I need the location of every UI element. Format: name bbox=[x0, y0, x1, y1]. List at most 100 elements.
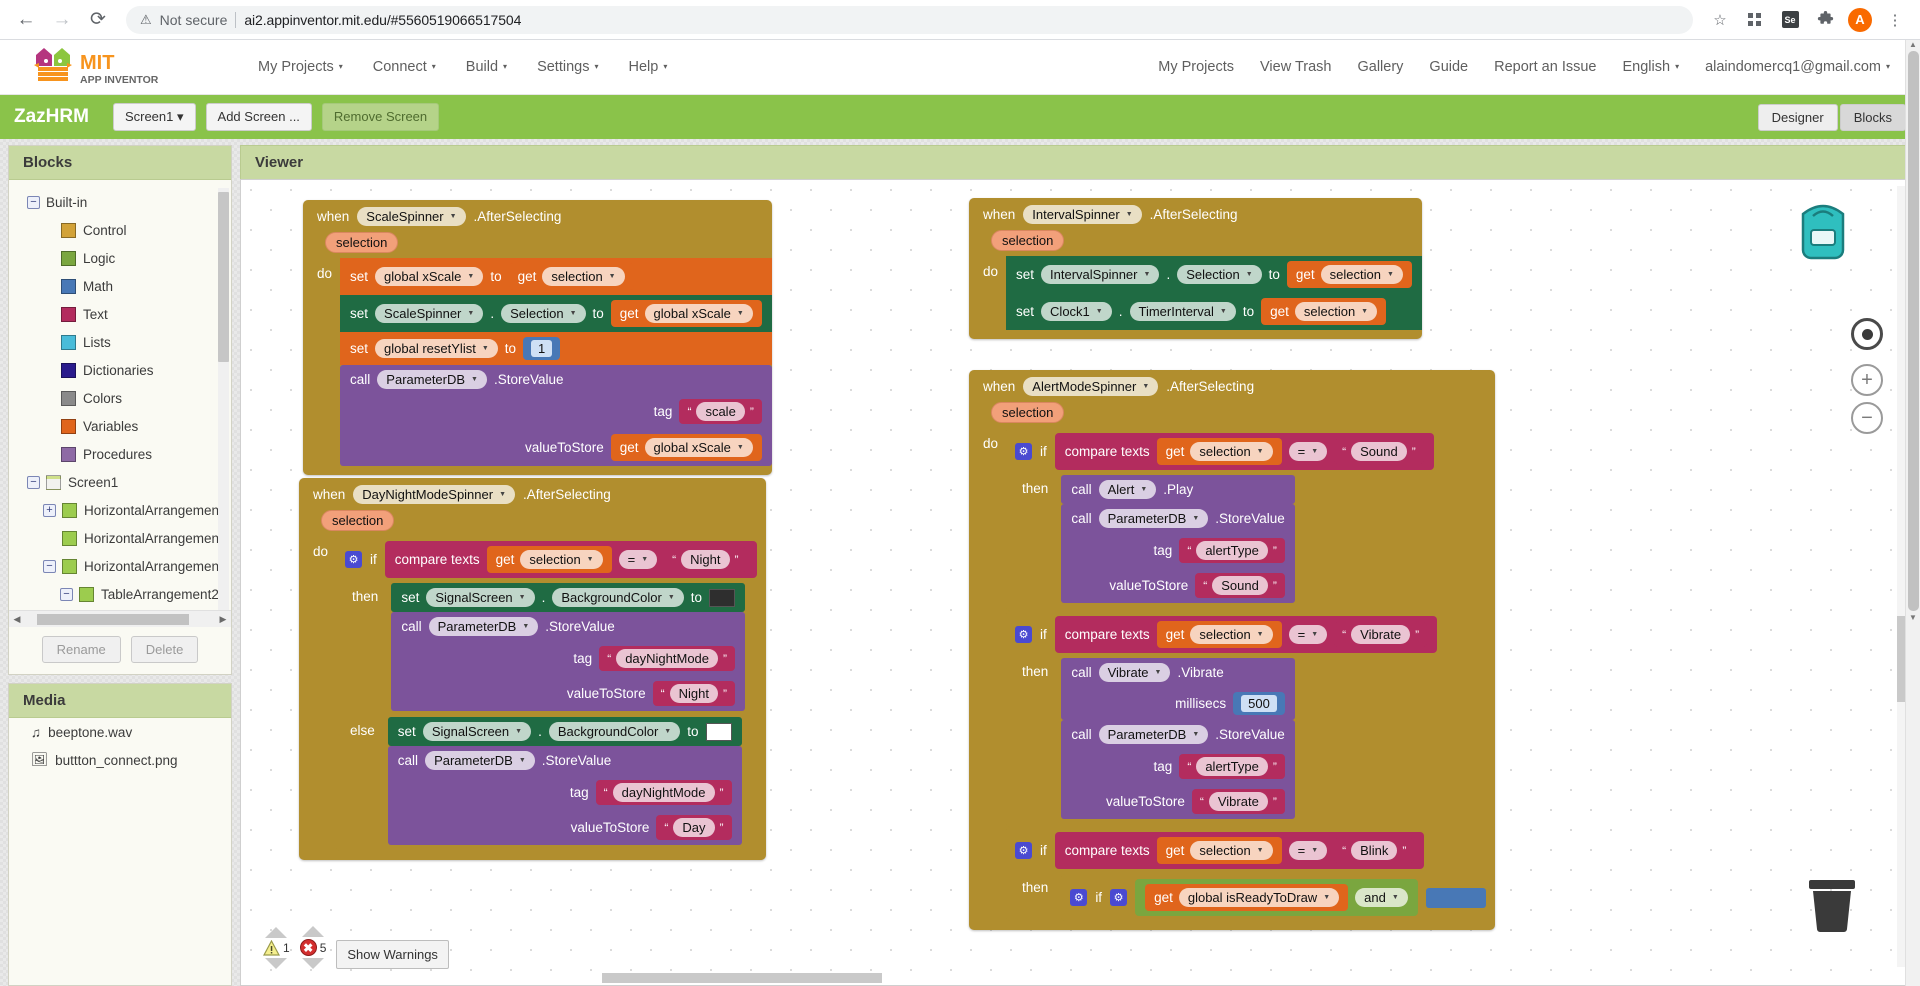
block-set-signalscreen-bg-day[interactable]: set SignalScreen ▼ . BackgroundColor ▼ to bbox=[387, 717, 742, 746]
component-dropdown[interactable]: ParameterDB ▼ bbox=[1098, 509, 1209, 528]
remove-screen-button[interactable]: Remove Screen bbox=[321, 103, 440, 131]
menu-connect[interactable]: Connect ▾ bbox=[361, 53, 448, 81]
value-dropdown[interactable]: global xScale ▼ bbox=[644, 438, 753, 457]
menu-my-projects[interactable]: My Projects ▾ bbox=[246, 53, 355, 81]
block-text-day-value[interactable]: “ Day ” bbox=[656, 815, 732, 840]
block-text-night[interactable]: “ Night ” bbox=[664, 547, 747, 572]
value-dropdown[interactable]: selection ▼ bbox=[1190, 442, 1273, 461]
error-stepper[interactable]: ✖ 5 bbox=[299, 926, 326, 969]
block-compare-texts[interactable]: compare texts get selection ▼ = ▼ “Sound” bbox=[1054, 433, 1434, 470]
palette-item-variables[interactable]: Variables bbox=[9, 412, 231, 440]
block-if-blink[interactable]: ⚙ if compare texts get selection ▼ = ▼ “Bli… bbox=[1006, 827, 1495, 921]
tree-node-horizontalarrangement-1[interactable]: + HorizontalArrangemen bbox=[9, 496, 231, 524]
component-dropdown[interactable]: AlertModeSpinner ▼ bbox=[1023, 377, 1159, 396]
scroll-track[interactable] bbox=[25, 613, 215, 625]
palette-item-colors[interactable]: Colors bbox=[9, 384, 231, 412]
gear-icon[interactable]: ⚙ bbox=[345, 551, 363, 568]
block-inner-if[interactable]: ⚙ if ⚙ get global isReadyToDraw ▼ and ▼ bbox=[1061, 874, 1495, 921]
component-dropdown[interactable]: IntervalSpinner ▼ bbox=[1041, 265, 1160, 284]
collapse-icon[interactable]: − bbox=[43, 559, 56, 573]
menu-build[interactable]: Build ▾ bbox=[454, 53, 519, 81]
block-text-sound[interactable]: “ Sound ” bbox=[1334, 439, 1424, 464]
blocks-canvas[interactable]: when ScaleSpinner ▼ .AfterSelecting selec… bbox=[240, 179, 1912, 986]
kebab-menu-icon[interactable]: ⋮ bbox=[1880, 5, 1910, 35]
delete-button[interactable]: Delete bbox=[130, 636, 199, 663]
block-compare-texts-vibrate[interactable]: compare texts get selection ▼ = ▼ “Vibrate” bbox=[1054, 616, 1438, 653]
scroll-up-icon[interactable]: ▲ bbox=[1906, 40, 1920, 49]
chevron-up-icon[interactable] bbox=[265, 927, 288, 938]
reload-icon[interactable]: ⟳ bbox=[82, 4, 114, 36]
rename-button[interactable]: Rename bbox=[41, 636, 121, 663]
text-value[interactable]: alertType bbox=[1196, 757, 1268, 776]
block-call-parameterdb-storevalue-sound[interactable]: call ParameterDB ▼ .StoreValue tag “ alert… bbox=[1061, 504, 1295, 603]
block-compare-texts-blink[interactable]: compare texts get selection ▼ = ▼ “Blink” bbox=[1054, 832, 1425, 869]
block-number-500[interactable]: 500 bbox=[1233, 692, 1285, 715]
palette-item-math[interactable]: Math bbox=[9, 272, 231, 300]
menu-settings[interactable]: Settings ▾ bbox=[525, 53, 610, 81]
chevron-down-icon[interactable] bbox=[302, 958, 325, 969]
tree-node-tablearrangement2[interactable]: − TableArrangement2 bbox=[9, 580, 231, 608]
operator-dropdown[interactable]: = ▼ bbox=[1288, 442, 1328, 461]
value-dropdown[interactable]: selection ▼ bbox=[1294, 302, 1378, 321]
scroll-thumb[interactable] bbox=[602, 973, 882, 983]
block-call-parameterdb-storevalue-day[interactable]: call ParameterDB ▼ .StoreValue tag “ dayNi… bbox=[387, 746, 742, 845]
block-set-global-resetylist[interactable]: set global resetYlist ▼ to 1 bbox=[340, 332, 772, 365]
palette-item-control[interactable]: Control bbox=[9, 216, 231, 244]
component-dropdown[interactable]: IntervalSpinner ▼ bbox=[1023, 205, 1142, 224]
scroll-down-icon[interactable]: ▼ bbox=[1906, 613, 1920, 622]
text-value[interactable]: scale bbox=[696, 402, 745, 421]
color-block-day[interactable] bbox=[705, 722, 732, 741]
text-value[interactable]: Night bbox=[669, 684, 719, 703]
link-my-projects[interactable]: My Projects bbox=[1146, 53, 1246, 81]
scroll-right-icon[interactable]: ▶ bbox=[215, 614, 231, 625]
language-selector[interactable]: English ▾ bbox=[1611, 53, 1692, 81]
link-guide[interactable]: Guide bbox=[1417, 53, 1480, 81]
block-alertmodespinner-afterselecting[interactable]: when AlertModeSpinner ▼ .AfterSelecting s… bbox=[969, 370, 1495, 930]
text-value[interactable]: Blink bbox=[1351, 841, 1398, 860]
value-dropdown[interactable]: selection ▼ bbox=[542, 267, 625, 286]
block-get-selection[interactable]: get selection ▼ bbox=[1156, 837, 1282, 864]
scroll-thumb[interactable] bbox=[218, 192, 229, 362]
block-get-selection[interactable]: get selection ▼ bbox=[1156, 621, 1282, 648]
block-get-global-isreadytodraw[interactable]: get global isReadyToDraw ▼ bbox=[1145, 884, 1349, 911]
tree-vertical-scrollbar[interactable] bbox=[218, 188, 229, 610]
value-dropdown[interactable]: global xScale ▼ bbox=[644, 304, 753, 323]
block-set-scalespinner-selection[interactable]: set ScaleSpinner ▼ . Selection ▼ to get glo… bbox=[340, 295, 772, 332]
mit-app-inventor-logo[interactable]: MIT APP INVENTOR bbox=[18, 45, 218, 89]
palette-item-logic[interactable]: Logic bbox=[9, 244, 231, 272]
account-menu[interactable]: alaindomercq1@gmail.com ▾ bbox=[1693, 53, 1902, 81]
block-scalespinner-afterselecting[interactable]: when ScaleSpinner ▼ .AfterSelecting selec… bbox=[303, 200, 772, 475]
text-value[interactable]: Night bbox=[681, 550, 730, 569]
block-number[interactable]: 1 bbox=[523, 337, 561, 360]
component-dropdown[interactable]: DayNightModeSpinner ▼ bbox=[353, 485, 516, 504]
gear-icon[interactable]: ⚙ bbox=[1015, 842, 1033, 859]
block-and-expression[interactable]: get global isReadyToDraw ▼ and ▼ bbox=[1135, 879, 1418, 916]
block-get-global-xscale-2[interactable]: get global xScale ▼ bbox=[610, 434, 762, 461]
palette-item-text[interactable]: Text bbox=[9, 300, 231, 328]
component-dropdown[interactable]: ScaleSpinner ▼ bbox=[357, 207, 466, 226]
block-compare-texts-night[interactable]: compare texts get selection ▼ = ▼ “Night” bbox=[384, 541, 757, 578]
block-call-parameterdb-storevalue-night[interactable]: call ParameterDB ▼ .StoreValue tag “ dayNi… bbox=[391, 612, 746, 711]
property-dropdown[interactable]: BackgroundColor ▼ bbox=[552, 588, 684, 607]
block-text-sound-value[interactable]: “ Sound ” bbox=[1195, 573, 1285, 598]
puzzle-icon[interactable] bbox=[1810, 5, 1840, 35]
text-value[interactable]: Vibrate bbox=[1351, 625, 1411, 644]
component-dropdown[interactable]: ParameterDB ▼ bbox=[1098, 725, 1209, 744]
tab-designer[interactable]: Designer bbox=[1757, 103, 1838, 131]
block-get-selection[interactable]: get selection ▼ bbox=[508, 263, 634, 290]
component-dropdown[interactable]: SignalScreen ▼ bbox=[426, 588, 535, 607]
operator-dropdown[interactable]: = ▼ bbox=[618, 550, 658, 569]
number-value[interactable]: 500 bbox=[1241, 695, 1277, 712]
block-call-parameterdb-storevalue[interactable]: call ParameterDB ▼ .StoreValue tag “ scale… bbox=[340, 365, 772, 466]
collapse-icon[interactable]: − bbox=[27, 195, 40, 209]
star-icon[interactable]: ☆ bbox=[1705, 5, 1735, 35]
selenium-icon[interactable]: Se bbox=[1775, 5, 1805, 35]
value-dropdown[interactable]: selection ▼ bbox=[1190, 841, 1273, 860]
tab-blocks[interactable]: Blocks bbox=[1839, 103, 1906, 131]
variable-dropdown[interactable]: global resetYlist ▼ bbox=[375, 339, 498, 358]
tree-node-horizontalarrangement-3[interactable]: − HorizontalArrangemen bbox=[9, 552, 231, 580]
component-dropdown[interactable]: ParameterDB ▼ bbox=[377, 370, 487, 389]
block-text-daynightmode-2[interactable]: “ dayNightMode ” bbox=[595, 780, 732, 805]
block-get-selection[interactable]: get selection ▼ bbox=[1286, 261, 1412, 288]
block-text-alerttype[interactable]: “ alertType ” bbox=[1179, 538, 1285, 563]
